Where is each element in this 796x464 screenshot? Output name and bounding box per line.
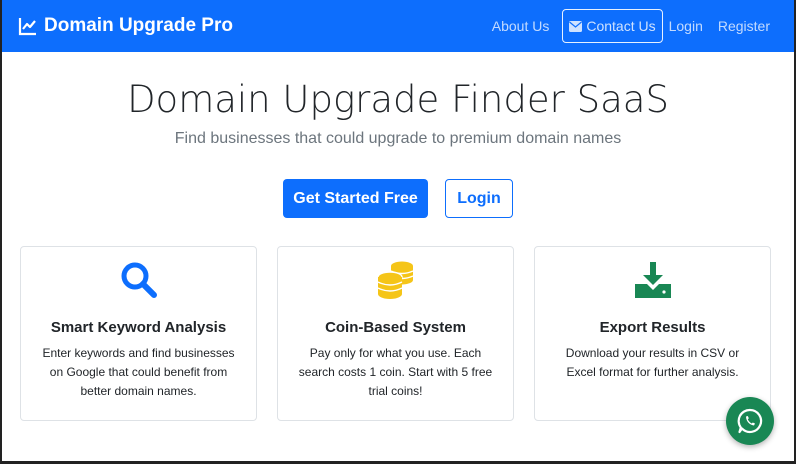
feature-card-keyword: Smart Keyword Analysis Enter keywords an… bbox=[20, 246, 257, 421]
whatsapp-icon bbox=[737, 408, 763, 434]
download-icon bbox=[634, 262, 671, 298]
get-started-button[interactable]: Get Started Free bbox=[283, 179, 428, 218]
chart-line-icon bbox=[18, 18, 36, 36]
contact-label: Contact Us bbox=[586, 18, 656, 34]
feature-title: Export Results bbox=[599, 319, 706, 336]
whatsapp-button[interactable] bbox=[726, 397, 774, 445]
search-icon bbox=[121, 262, 157, 298]
nav-about-link[interactable]: About Us bbox=[486, 10, 556, 42]
contact-button[interactable]: Contact Us bbox=[562, 9, 663, 43]
login-button[interactable]: Login bbox=[445, 179, 513, 218]
brand-link[interactable]: Domain Upgrade Pro bbox=[18, 15, 233, 37]
envelope-icon bbox=[569, 20, 583, 32]
feature-cards: Smart Keyword Analysis Enter keywords an… bbox=[20, 246, 771, 421]
hero-subtitle: Find businesses that could upgrade to pr… bbox=[174, 130, 622, 147]
feature-description: Pay only for what you use. Each search c… bbox=[298, 346, 493, 398]
coins-icon bbox=[376, 261, 413, 299]
nav-login-link[interactable]: Login bbox=[663, 10, 709, 42]
hero-section: Domain Upgrade Finder SaaS Find business… bbox=[2, 76, 794, 218]
nav-links: About Us Contact Us Login Register bbox=[486, 9, 776, 43]
nav-register-link[interactable]: Register bbox=[712, 10, 776, 42]
feature-card-export: Export Results Download your results in … bbox=[534, 246, 771, 421]
feature-title: Coin-Based System bbox=[325, 319, 466, 336]
feature-card-coins: Coin-Based System Pay only for what you … bbox=[277, 246, 514, 421]
brand-name: Domain Upgrade Pro bbox=[44, 15, 233, 36]
feature-description: Enter keywords and find businesses on Go… bbox=[42, 346, 235, 398]
feature-description: Download your results in CSV or Excel fo… bbox=[565, 346, 740, 379]
hero-buttons: Get Started Free Login bbox=[2, 179, 794, 218]
top-navbar: Domain Upgrade Pro About Us Contact Us L… bbox=[2, 0, 794, 52]
feature-title: Smart Keyword Analysis bbox=[50, 319, 227, 336]
hero-title: Domain Upgrade Finder SaaS bbox=[127, 78, 669, 121]
